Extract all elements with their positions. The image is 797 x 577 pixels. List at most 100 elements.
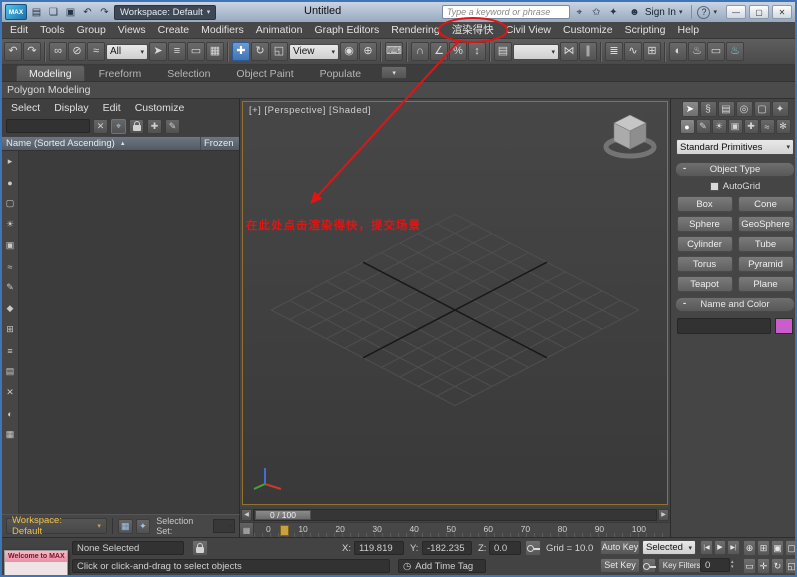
workspace-selector[interactable]: Workspace: Default ▾ bbox=[6, 518, 107, 534]
x-coordinate-field[interactable]: 119.819 bbox=[354, 541, 404, 555]
explorer-tool-icon-13[interactable]: ◐ bbox=[4, 407, 17, 420]
menu-item-views[interactable]: Views bbox=[112, 22, 152, 39]
bind-to-space-warp-icon[interactable]: ≈ bbox=[87, 42, 105, 61]
go-to-end-icon[interactable]: ▶| bbox=[727, 540, 740, 555]
menu-item-rendering[interactable]: Rendering bbox=[385, 22, 445, 39]
undo-icon[interactable]: ↶ bbox=[80, 5, 95, 20]
zoom-extents-icon[interactable]: ▣ bbox=[771, 540, 784, 556]
help-dropdown-icon[interactable]: ▾ bbox=[713, 8, 717, 16]
explorer-tool-icon-2[interactable]: ● bbox=[4, 176, 17, 189]
geometry-icon[interactable]: ● bbox=[680, 119, 695, 134]
explorer-tool-icon-9[interactable]: ⊞ bbox=[4, 323, 17, 336]
select-and-link-icon[interactable]: ∞ bbox=[49, 42, 67, 61]
explorer-tool-icon-4[interactable]: ☀ bbox=[4, 218, 17, 231]
time-slider-track[interactable]: 0 / 100 bbox=[253, 509, 657, 521]
curve-editor-icon[interactable]: ∿ bbox=[624, 42, 642, 61]
add-time-tag-field[interactable]: ◷ Add Time Tag bbox=[398, 559, 486, 573]
sign-in-button[interactable]: ☻ Sign In ▾ bbox=[623, 5, 687, 20]
ribbon-tab-modeling[interactable]: Modeling bbox=[16, 65, 85, 81]
search-input[interactable] bbox=[442, 5, 570, 19]
maximize-viewport-toggle-icon[interactable]: ◱ bbox=[785, 558, 797, 574]
space-warps-icon[interactable]: ≈ bbox=[760, 119, 775, 134]
select-and-scale-icon[interactable]: ◱ bbox=[270, 42, 288, 61]
utilities-tab-icon[interactable]: ✦ bbox=[772, 101, 789, 117]
new-file-icon[interactable]: ▤ bbox=[29, 5, 44, 20]
orbit-icon[interactable]: ↻ bbox=[771, 558, 784, 574]
app-logo[interactable]: MAX bbox=[5, 4, 27, 20]
explorer-menu-customize[interactable]: Customize bbox=[128, 102, 192, 114]
selection-lock-toggle[interactable] bbox=[192, 540, 208, 556]
box-button[interactable]: Box bbox=[677, 196, 733, 212]
frame-spinner[interactable]: ▴ ▾ bbox=[731, 558, 734, 572]
render-production-icon[interactable]: ♨ bbox=[726, 42, 744, 61]
viewport-label[interactable]: [+] [Perspective] [Shaded] bbox=[249, 105, 371, 116]
time-slider-handle[interactable]: 0 / 100 bbox=[255, 510, 311, 520]
clear-search-icon[interactable]: ✕ bbox=[93, 119, 108, 134]
zoom-extents-selected-icon[interactable]: ▢ bbox=[785, 540, 797, 556]
communication-center-icon[interactable]: ✦ bbox=[606, 5, 621, 20]
search-icon[interactable]: ⌖ bbox=[572, 5, 587, 20]
material-editor-icon[interactable]: ◐ bbox=[669, 42, 687, 61]
select-and-move-icon[interactable]: ✚ bbox=[232, 42, 250, 61]
zoom-all-icon[interactable]: ⊞ bbox=[757, 540, 770, 556]
key-filters-key-icon[interactable] bbox=[642, 558, 656, 573]
sphere-button[interactable]: Sphere bbox=[677, 216, 733, 232]
unlink-selection-icon[interactable]: ⊘ bbox=[68, 42, 86, 61]
selection-set-dropdown[interactable]: ▾ bbox=[213, 519, 235, 533]
zoom-icon[interactable]: ⊕ bbox=[743, 540, 756, 556]
polygon-modeling-panel-label[interactable]: Polygon Modeling bbox=[7, 84, 90, 96]
selection-region-icon[interactable]: ▭ bbox=[187, 42, 205, 61]
workspace-tool-icon-1[interactable]: ▦ bbox=[118, 519, 133, 534]
object-color-swatch[interactable] bbox=[775, 318, 793, 334]
display-tab-icon[interactable]: ▢ bbox=[754, 101, 771, 117]
time-slider-left-arrow[interactable]: ◀ bbox=[241, 509, 252, 521]
redo-icon[interactable]: ↷ bbox=[23, 42, 41, 61]
spinner-down-icon[interactable]: ▾ bbox=[731, 565, 734, 570]
motion-tab-icon[interactable]: ◎ bbox=[736, 101, 753, 117]
hierarchy-tab-icon[interactable]: ▤ bbox=[718, 101, 735, 117]
menu-item-group[interactable]: Group bbox=[71, 22, 112, 39]
autogrid-checkbox[interactable] bbox=[710, 182, 719, 191]
create-tab-icon[interactable]: ➤ bbox=[682, 101, 699, 117]
angle-snap-icon[interactable]: ∠ bbox=[430, 42, 448, 61]
percent-snap-icon[interactable]: % bbox=[449, 42, 467, 61]
selected-set-dropdown[interactable]: Selected ▾ bbox=[642, 540, 696, 555]
explorer-tool-icon-12[interactable]: ✕ bbox=[4, 386, 17, 399]
mirror-icon[interactable]: ⋈ bbox=[560, 42, 578, 61]
spinner-snap-icon[interactable]: ↕ bbox=[468, 42, 486, 61]
keyboard-shortcut-override-icon[interactable]: ⌨ bbox=[385, 42, 403, 61]
lock-icon[interactable] bbox=[129, 119, 144, 134]
torus-button[interactable]: Torus bbox=[677, 256, 733, 272]
modify-tab-icon[interactable]: § bbox=[700, 101, 717, 117]
menu-item-help[interactable]: Help bbox=[671, 22, 705, 39]
explorer-menu-display[interactable]: Display bbox=[47, 102, 95, 114]
workspace-tool-icon-2[interactable]: ✦ bbox=[136, 519, 151, 534]
primitive-category-dropdown[interactable]: Standard Primitives ▾ bbox=[676, 139, 794, 155]
track-bar-ruler[interactable]: 0 10 20 30 40 50 60 70 80 90 100 bbox=[254, 523, 670, 537]
menu-item-create[interactable]: Create bbox=[152, 22, 196, 39]
cone-button[interactable]: Cone bbox=[738, 196, 794, 212]
schematic-view-icon[interactable]: ⊞ bbox=[643, 42, 661, 61]
explorer-tool-icon-10[interactable]: ≡ bbox=[4, 344, 17, 357]
set-key-button[interactable]: Set Key bbox=[600, 558, 640, 573]
name-color-rollout[interactable]: - Name and Color bbox=[675, 297, 795, 312]
ribbon-config-dropdown-icon[interactable]: ▾ bbox=[381, 66, 407, 79]
menu-item-civil-view[interactable]: Civil View bbox=[500, 22, 557, 39]
menu-item-edit[interactable]: Edit bbox=[4, 22, 34, 39]
explorer-search-input[interactable] bbox=[6, 119, 90, 133]
menu-item-scripting[interactable]: Scripting bbox=[619, 22, 672, 39]
explorer-tool-icon-3[interactable]: ▢ bbox=[4, 197, 17, 210]
workspace-dropdown[interactable]: Workspace: Default ▾ bbox=[114, 5, 216, 20]
explorer-tool-icon-8[interactable]: ◆ bbox=[4, 302, 17, 315]
select-and-rotate-icon[interactable]: ↻ bbox=[251, 42, 269, 61]
zoom-region-icon[interactable]: ▭ bbox=[743, 558, 756, 574]
explorer-tool-icon-1[interactable]: ▸ bbox=[4, 155, 17, 168]
select-and-manipulate-icon[interactable]: ⊕ bbox=[359, 42, 377, 61]
explorer-tool-icon-11[interactable]: ▤ bbox=[4, 365, 17, 378]
close-button[interactable]: ✕ bbox=[772, 5, 792, 19]
use-pivot-center-icon[interactable]: ◉ bbox=[340, 42, 358, 61]
explorer-tool-icon-14[interactable]: ▦ bbox=[4, 428, 17, 441]
column-header-frozen[interactable]: Frozen bbox=[201, 137, 239, 150]
ribbon-tab-populate[interactable]: Populate bbox=[308, 66, 373, 81]
mini-curve-editor-icon[interactable]: ▦ bbox=[240, 523, 254, 537]
